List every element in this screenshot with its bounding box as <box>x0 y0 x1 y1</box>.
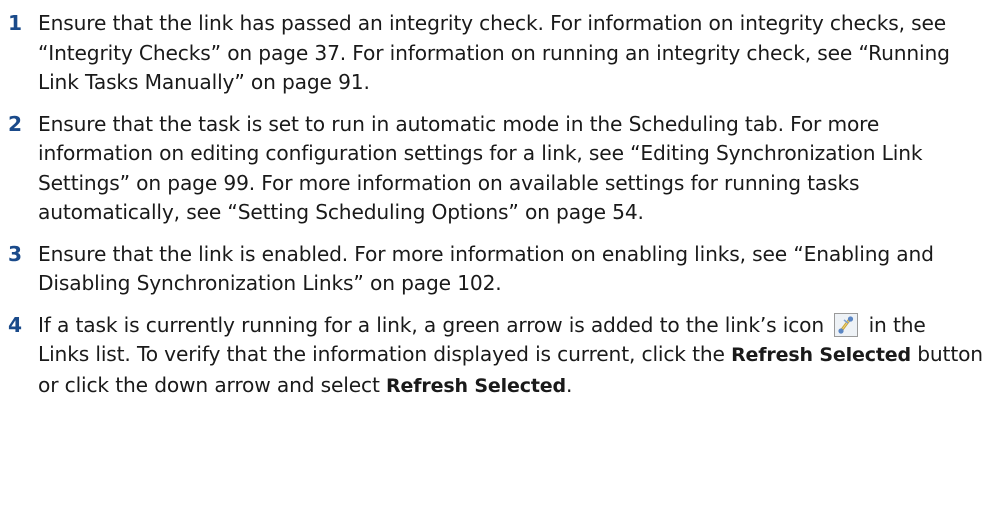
step-number: 2 <box>8 111 22 136</box>
step-number: 4 <box>8 312 22 337</box>
link-icon <box>834 312 859 337</box>
refresh-selected-menu-label: Refresh Selected <box>386 374 566 397</box>
step-number: 3 <box>8 241 22 266</box>
procedure-steps: 1 Ensure that the link has passed an int… <box>8 0 983 413</box>
step-text-end: . <box>565 372 573 397</box>
refresh-selected-label: Refresh Selected <box>731 344 911 366</box>
step-2: 2 Ensure that the task is set to run in … <box>8 110 983 228</box>
step-3: 3 Ensure that the link is enabled. For m… <box>8 240 983 299</box>
step-number: 1 <box>8 11 22 35</box>
step-text: Ensure that the task is set to run in au… <box>38 111 923 225</box>
step-1: 1 Ensure that the link has passed an int… <box>8 9 983 98</box>
step-4: 4 If a task is currently running for a l… <box>8 311 983 402</box>
step-text-before-icon: If a task is currently running for a lin… <box>38 312 825 337</box>
step-text: Ensure that the link has passed an integ… <box>38 11 950 94</box>
step-text: Ensure that the link is enabled. For mor… <box>38 241 934 296</box>
